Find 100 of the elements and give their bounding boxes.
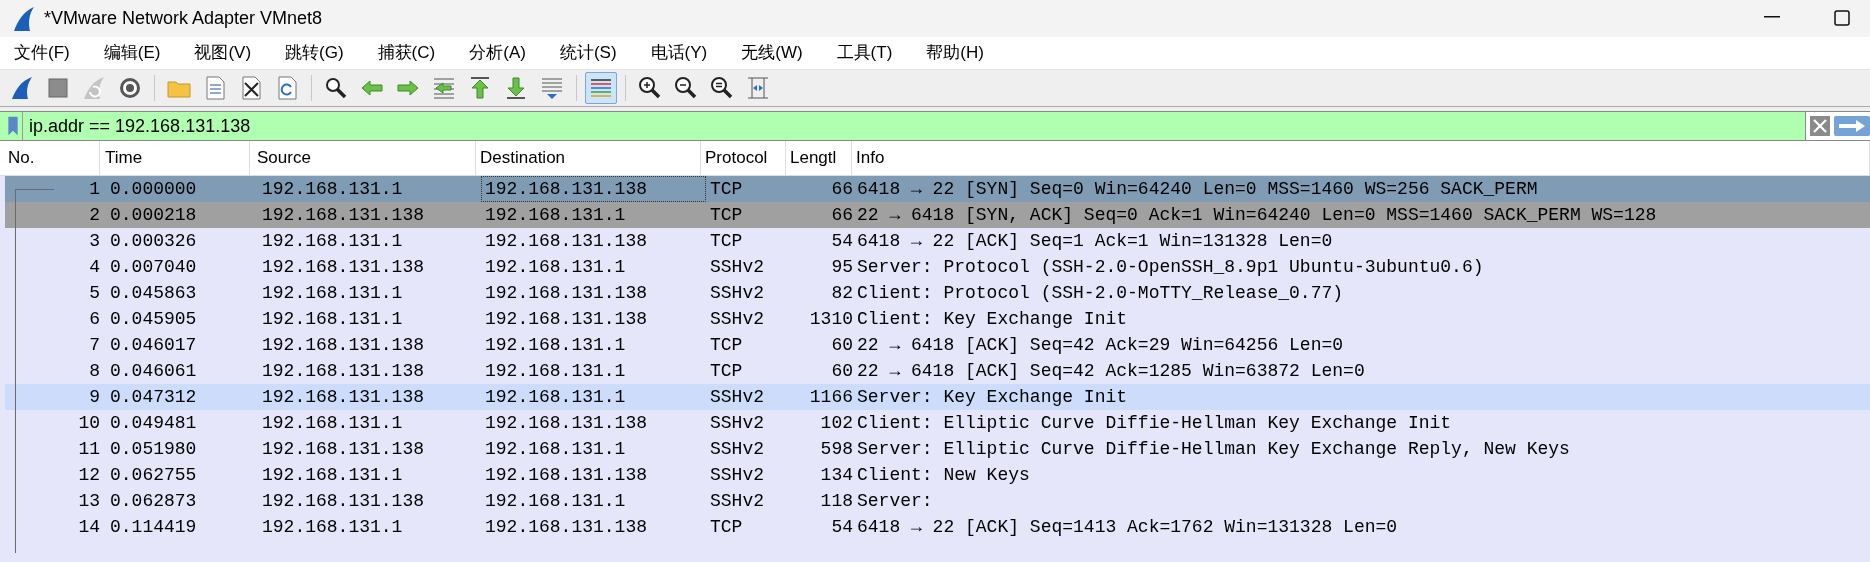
stop-icon xyxy=(45,75,71,101)
menu-item[interactable]: 跳转(G) xyxy=(275,40,354,66)
clear-icon[interactable] xyxy=(1810,116,1830,136)
table-cell-text: 192.168.131.138 xyxy=(262,437,425,461)
table-cell-text: 192.168.131.1 xyxy=(262,411,403,435)
table-cell-text: 6 xyxy=(89,307,100,331)
table-cell-text: 54 xyxy=(831,229,853,253)
minimize-icon[interactable] xyxy=(1764,15,1780,18)
table-cell-text: 6418 → 22 [SYN] Seq=0 Win=64240 Len=0 MSS=1460 WS=256 SACK_PERM xyxy=(857,177,1538,201)
table-cell-text: Server: Key Exchange Init xyxy=(857,385,1128,409)
column-header[interactable]: Time xyxy=(105,145,143,171)
table-cell-text: 192.168.131.138 xyxy=(485,177,648,201)
table-cell-text: 0.049481 xyxy=(110,411,197,435)
table-cell-text: SSHv2 xyxy=(710,281,764,305)
table-cell-text: 2 xyxy=(89,203,100,227)
table-cell-text: 60 xyxy=(831,359,853,383)
table-cell-text: 0.045905 xyxy=(110,307,197,331)
menu-item[interactable]: 无线(W) xyxy=(731,40,813,66)
table-cell-text: 118 xyxy=(820,489,853,513)
column-header[interactable]: Protocol xyxy=(705,145,768,171)
packet-row[interactable]: 1 0.000000 192.168.131.1 192.168.131.138 TCP 66 6418 → 22 [SYN] Seq=0 Win=64240 Len=0 MSS=1460 WS=256 SACK_PERM xyxy=(5,176,1870,202)
table-cell-text: 0.047312 xyxy=(110,385,197,409)
table-cell-text: 12 xyxy=(78,463,100,487)
display-filter-field[interactable]: ip.addr == 192.168.131.138 xyxy=(23,112,1805,140)
maximize-icon[interactable] xyxy=(1834,9,1850,26)
column-header[interactable]: No. xyxy=(8,145,35,171)
table-cell-text: 7 xyxy=(89,333,100,357)
table-cell-text: Client: Key Exchange Init xyxy=(857,307,1128,331)
table-cell-text: TCP xyxy=(710,229,743,253)
table-cell-text: 192.168.131.138 xyxy=(485,411,648,435)
restart-icon xyxy=(81,75,107,101)
table-cell-text: TCP xyxy=(710,203,743,227)
table-cell-text: 192.168.131.1 xyxy=(262,229,403,253)
table-cell-text: SSHv2 xyxy=(710,463,764,487)
table-cell-text: 60 xyxy=(831,333,853,357)
table-cell-text: Client: Protocol (SSH-2.0-MoTTY_Release_0.77) xyxy=(857,281,1344,305)
table-cell-text: 192.168.131.1 xyxy=(485,333,626,357)
table-cell-text: 0.007040 xyxy=(110,255,197,279)
table-cell-text: 13 xyxy=(78,489,100,513)
table-cell-text: 14 xyxy=(78,515,100,539)
table-cell-text: 22 → 6418 [SYN, ACK] Seq=0 Ack=1 Win=64240 Len=0 MSS=1460 SACK_PERM WS=128 xyxy=(857,203,1657,227)
table-cell-text: 22 → 6418 [ACK] Seq=42 Ack=1285 Win=63872 Len=0 xyxy=(857,359,1365,383)
search-icon xyxy=(323,75,349,101)
menu-item[interactable]: 捕获(C) xyxy=(367,40,446,66)
table-cell-text: 192.168.131.1 xyxy=(262,281,403,305)
window-title: *VMware Network Adapter VMnet8 xyxy=(44,7,323,30)
table-cell-text: 192.168.131.1 xyxy=(262,307,403,331)
table-cell-text: 0.046017 xyxy=(110,333,197,357)
table-cell-text: SSHv2 xyxy=(710,385,764,409)
column-header[interactable]: Source xyxy=(257,145,311,171)
zoom-in-icon xyxy=(637,75,663,101)
table-cell-text: 0.000000 xyxy=(110,177,197,201)
menu-item[interactable]: 文件(F) xyxy=(4,40,80,66)
table-cell-text: 0.062873 xyxy=(110,489,197,513)
table-cell-text: Server: xyxy=(857,489,933,513)
packet-row[interactable]: 2 0.000218 192.168.131.138 192.168.131.1 TCP 66 22 → 6418 [SYN, ACK] Seq=0 Ack=1 Win=64240 Len=0 MSS=1460 SACK_PERM WS=128 xyxy=(5,202,1870,228)
table-cell-text: TCP xyxy=(710,333,743,357)
table-cell-text: 192.168.131.138 xyxy=(485,229,648,253)
menu-item[interactable]: 帮助(H) xyxy=(916,40,994,66)
table-cell-text: SSHv2 xyxy=(710,489,764,513)
table-cell-text: 6418 → 22 [ACK] Seq=1413 Ack=1762 Win=131328 Len=0 xyxy=(857,515,1398,539)
table-cell-text: 192.168.131.138 xyxy=(485,307,648,331)
table-cell-text: 5 xyxy=(89,281,100,305)
table-cell-text: 95 xyxy=(831,255,853,279)
packet-row[interactable]: 9 0.047312 192.168.131.138 192.168.131.1 SSHv2 1166 Server: Key Exchange Init xyxy=(5,384,1870,410)
column-header[interactable]: Info xyxy=(856,145,885,171)
table-cell-text: 1166 xyxy=(809,385,853,409)
table-cell-text: 0.114419 xyxy=(110,515,197,539)
column-header[interactable]: Destination xyxy=(480,145,566,171)
menu-item[interactable]: 视图(V) xyxy=(184,40,262,66)
menu-item[interactable]: 电话(Y) xyxy=(640,40,718,66)
table-cell-text: SSHv2 xyxy=(710,437,764,461)
table-cell-text: 1 xyxy=(89,177,100,201)
table-cell-text: 192.168.131.1 xyxy=(262,515,403,539)
menu-item[interactable]: 分析(A) xyxy=(459,40,536,66)
table-cell-text: 4 xyxy=(89,255,100,279)
table-cell-text: Client: Elliptic Curve Diffie-Hellman Key Exchange Init xyxy=(857,411,1452,435)
menu-item[interactable]: 编辑(E) xyxy=(93,40,171,66)
table-cell-text: SSHv2 xyxy=(710,411,764,435)
table-cell-text: 10 xyxy=(78,411,100,435)
table-cell-text: 6418 → 22 [ACK] Seq=1 Ack=1 Win=131328 Len=0 xyxy=(857,229,1333,253)
table-cell-text: 66 xyxy=(831,177,853,201)
table-cell-text: 22 → 6418 [ACK] Seq=42 Ack=29 Win=64256 Len=0 xyxy=(857,333,1344,357)
table-cell-text: 0.000326 xyxy=(110,229,197,253)
table-cell-text: 192.168.131.1 xyxy=(485,437,626,461)
table-cell-text: 192.168.131.138 xyxy=(485,463,648,487)
table-cell-text: 134 xyxy=(820,463,853,487)
menu-item[interactable]: 工具(T) xyxy=(826,40,903,66)
table-cell-text: 66 xyxy=(831,203,853,227)
table-cell-text: 192.168.131.1 xyxy=(485,203,626,227)
table-cell-text: 11 xyxy=(78,437,100,461)
table-cell-text: 192.168.131.138 xyxy=(262,333,425,357)
table-cell-text: 192.168.131.138 xyxy=(262,359,425,383)
menu-item[interactable]: 统计(S) xyxy=(549,40,627,66)
table-cell-text: 192.168.131.138 xyxy=(262,489,425,513)
table-cell-text: 192.168.131.1 xyxy=(262,177,403,201)
zoom-out-icon xyxy=(673,75,699,101)
column-header[interactable]: Lengtl xyxy=(790,145,837,171)
table-cell-text: 192.168.131.1 xyxy=(262,463,403,487)
table-cell-text: 192.168.131.138 xyxy=(262,385,425,409)
